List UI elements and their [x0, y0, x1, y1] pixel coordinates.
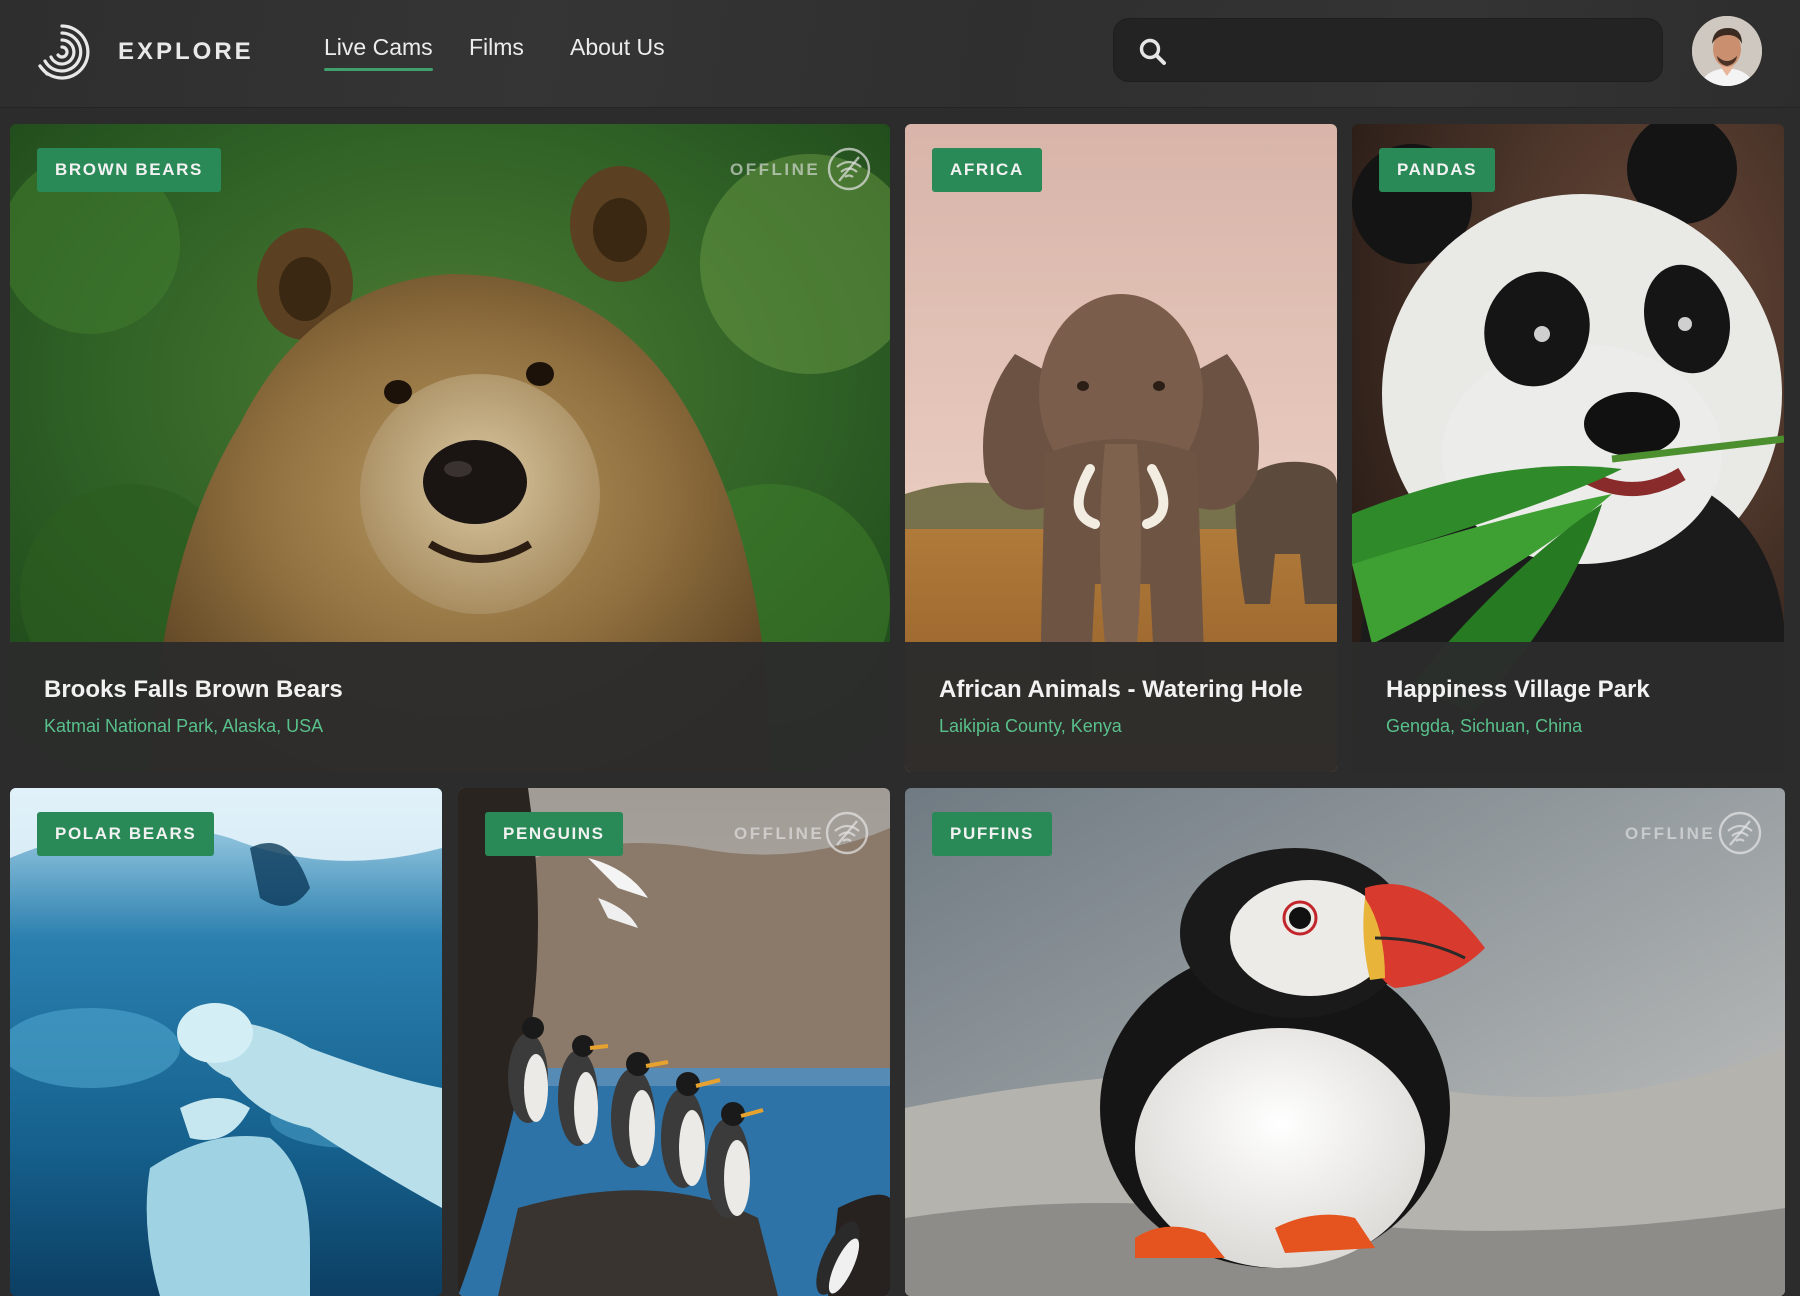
penguins-photo: [458, 788, 890, 1296]
card-title[interactable]: African Animals - Watering Hole: [939, 676, 1303, 704]
live-cam-card-africa[interactable]: AFRICA African Animals - Watering Hole L…: [905, 124, 1337, 772]
card-location: Gengda, Sichuan, China: [1386, 716, 1583, 736]
live-cam-card-pandas[interactable]: PANDAS Happiness Village Park Gengda, Si…: [1352, 124, 1784, 772]
card-footer: Happiness Village Park Gengda, Sichuan, …: [1352, 642, 1784, 772]
offline-wifi-icon: [827, 147, 871, 191]
card-location: Katmai National Park, Alaska, USA: [44, 716, 324, 736]
puffin-photo: [905, 788, 1785, 1296]
category-tag[interactable]: BROWN BEARS: [37, 148, 221, 192]
card-title[interactable]: Happiness Village Park: [1386, 676, 1650, 704]
live-cam-card-puffins[interactable]: PUFFINS OFFLINE: [905, 788, 1785, 1296]
category-tag[interactable]: PANDAS: [1379, 148, 1496, 192]
logo-icon[interactable]: [30, 20, 94, 84]
live-cam-card-brown-bears[interactable]: BROWN BEARS OFFLINE Brooks Falls Brown B…: [10, 124, 890, 772]
live-cam-card-polar-bears[interactable]: POLAR BEARS: [10, 788, 442, 1296]
search-input[interactable]: [1184, 29, 1644, 73]
category-tag[interactable]: PENGUINS: [485, 812, 623, 856]
nav-live-cams[interactable]: Live Cams: [324, 34, 433, 71]
polar-bear-photo: [10, 788, 442, 1296]
search-box[interactable]: [1113, 18, 1663, 82]
offline-wifi-icon: [825, 811, 869, 855]
card-location: Laikipia County, Kenya: [939, 716, 1122, 736]
search-icon[interactable]: [1138, 37, 1168, 67]
category-tag[interactable]: PUFFINS: [932, 812, 1052, 856]
user-avatar[interactable]: [1692, 16, 1762, 86]
card-title[interactable]: Brooks Falls Brown Bears: [44, 676, 343, 704]
offline-label: OFFLINE: [730, 160, 821, 179]
card-footer: African Animals - Watering Hole Laikipia…: [905, 642, 1337, 772]
offline-wifi-icon: [1718, 811, 1762, 855]
avatar-image: [1692, 16, 1762, 86]
nav-about-us[interactable]: About Us: [570, 34, 665, 61]
card-footer: Brooks Falls Brown Bears Katmai National…: [10, 642, 890, 772]
offline-label: OFFLINE: [1625, 824, 1716, 843]
offline-label: OFFLINE: [734, 824, 825, 843]
live-cam-card-penguins[interactable]: PENGUINS OFFLINE: [458, 788, 890, 1296]
category-tag[interactable]: POLAR BEARS: [37, 812, 215, 856]
brand-name[interactable]: EXPLORE: [118, 38, 254, 66]
category-tag[interactable]: AFRICA: [932, 148, 1042, 192]
nav-films[interactable]: Films: [469, 34, 524, 61]
top-navigation-bar: EXPLORE Live Cams Films About Us: [0, 0, 1800, 108]
